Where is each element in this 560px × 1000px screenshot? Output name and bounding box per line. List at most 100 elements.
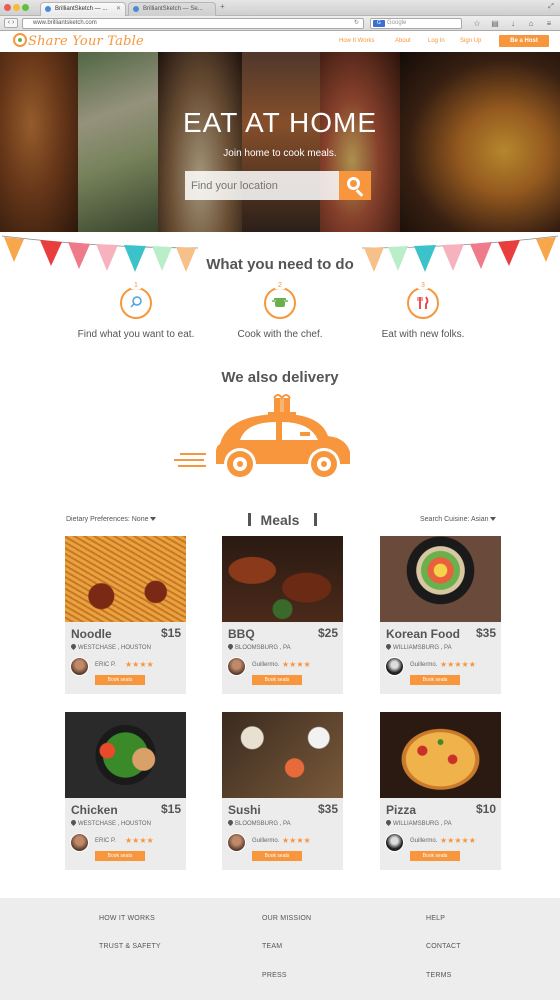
be-a-host-button[interactable]: Be a Host: [499, 35, 549, 47]
menu-icon[interactable]: ≡: [544, 19, 554, 28]
nav-signup[interactable]: Sign Up: [460, 38, 481, 44]
reload-icon[interactable]: ↻: [354, 19, 359, 28]
nav-login[interactable]: Log In: [428, 38, 445, 44]
location-pin-icon: [69, 642, 78, 651]
footer-link-terms[interactable]: TERMS: [426, 972, 452, 979]
home-icon[interactable]: ⌂: [526, 19, 536, 28]
host-name[interactable]: Guillermo.: [252, 662, 279, 668]
footer-link-how-it-works[interactable]: HOW IT WORKS: [99, 915, 155, 922]
location-pin-icon: [384, 642, 393, 651]
new-tab-button[interactable]: +: [220, 2, 225, 11]
step-eat: 3 Eat with new folks.: [353, 282, 493, 341]
nav-how-it-works[interactable]: How It Works: [339, 38, 375, 44]
footer-link-our-mission[interactable]: OUR MISSION: [262, 915, 311, 922]
delivery-title: We also delivery: [221, 369, 339, 386]
host-name[interactable]: ERIC P.: [95, 838, 116, 844]
step-find: 1 Find what you want to eat.: [66, 282, 206, 341]
book-seats-button[interactable]: Book seats: [95, 851, 145, 861]
search-icon: [130, 296, 142, 308]
meal-card[interactable]: Sushi $35 BLOOMSBURG , PA Guillermo. ★★★…: [222, 712, 343, 870]
location-pin-icon: [69, 818, 78, 827]
chevron-down-icon: [150, 517, 157, 521]
location-pin-icon: [384, 818, 393, 827]
site-logo[interactable]: Share Your Table: [13, 33, 144, 49]
meal-card[interactable]: BBQ $25 BLOOMSBURG , PA Guillermo. ★★★★ …: [222, 536, 343, 694]
back-forward-button[interactable]: ‹ ›: [4, 18, 18, 28]
book-seats-button[interactable]: Book seats: [252, 851, 302, 861]
footer-link-help[interactable]: HELP: [426, 915, 445, 922]
meal-photo[interactable]: [380, 536, 501, 622]
browser-tab[interactable]: BrilliantSketch — Se...: [128, 2, 216, 16]
step-text: Find what you want to eat.: [77, 329, 195, 340]
fork-knife-icon: [417, 296, 429, 309]
meal-photo[interactable]: [380, 712, 501, 798]
hero-banner: EAT AT HOME Join home to cook meals.: [0, 52, 560, 232]
host-avatar[interactable]: [385, 833, 404, 852]
minimize-window-button[interactable]: [13, 4, 20, 11]
meal-photo[interactable]: [222, 536, 343, 622]
location-pin-icon: [226, 818, 235, 827]
meal-location: WESTCHASE , HOUSTON: [69, 642, 151, 651]
close-window-button[interactable]: [4, 4, 11, 11]
meal-name: Pizza: [386, 803, 417, 817]
close-tab-icon[interactable]: ✕: [116, 3, 121, 15]
chevron-down-icon: [490, 517, 497, 521]
download-icon[interactable]: ↓: [508, 19, 518, 28]
search-icon: [347, 177, 360, 190]
meal-location: BLOOMSBURG , PA: [226, 818, 291, 827]
location-search-button[interactable]: [339, 171, 371, 200]
meal-photo[interactable]: [65, 536, 186, 622]
host-name[interactable]: Guillermo.: [410, 838, 437, 844]
book-seats-button[interactable]: Book seats: [252, 675, 302, 685]
zoom-window-button[interactable]: [22, 4, 29, 11]
meal-name: Noodle: [71, 627, 112, 641]
meal-photo[interactable]: [65, 712, 186, 798]
host-name[interactable]: Guillermo.: [410, 662, 437, 668]
nav-about[interactable]: About: [395, 38, 411, 44]
meal-card[interactable]: Korean Food $35 WILLIAMSBURG , PA Guille…: [380, 536, 501, 694]
book-seats-button[interactable]: Book seats: [410, 675, 460, 685]
meal-location: WILLIAMSBURG , PA: [384, 818, 452, 827]
reader-icon[interactable]: ▤: [490, 19, 500, 28]
meal-card[interactable]: Noodle $15 WESTCHASE , HOUSTON ERIC P. ★…: [65, 536, 186, 694]
meals-title: Meals: [260, 512, 300, 528]
host-name[interactable]: ERIC P.: [95, 662, 116, 668]
host-avatar[interactable]: [385, 657, 404, 676]
location-search-input[interactable]: [185, 171, 339, 200]
meal-location: WILLIAMSBURG , PA: [384, 642, 452, 651]
book-seats-button[interactable]: Book seats: [410, 851, 460, 861]
meal-card[interactable]: Pizza $10 WILLIAMSBURG , PA Guillermo. ★…: [380, 712, 501, 870]
knife-icon: [314, 513, 317, 526]
footer-link-team[interactable]: TEAM: [262, 943, 282, 950]
browser-tab-active[interactable]: BrilliantSketch — ... ✕: [40, 2, 126, 16]
book-seats-button[interactable]: Book seats: [95, 675, 145, 685]
steps-title: What you need to do: [206, 256, 354, 273]
dietary-preferences-dropdown[interactable]: Dietary Preferences: None: [66, 516, 157, 523]
browser-toolbar: ‹ › www.brilliantsketch.com ↻ G Google ☆…: [0, 16, 560, 31]
search-engine-icon: G: [373, 20, 385, 27]
step-text: Eat with new folks.: [381, 329, 465, 340]
meal-name: Korean Food: [386, 627, 460, 641]
site-favicon-icon: [133, 6, 139, 12]
browser-search-field[interactable]: G Google: [370, 18, 462, 29]
host-avatar[interactable]: [70, 657, 89, 676]
address-bar[interactable]: www.brilliantsketch.com ↻: [22, 18, 364, 29]
fullscreen-icon[interactable]: ⤢: [546, 2, 556, 11]
host-avatar[interactable]: [70, 833, 89, 852]
step-text: Cook with the chef.: [237, 329, 323, 340]
rating-stars: ★★★★: [125, 836, 154, 845]
cuisine-dropdown[interactable]: Search Cuisine: Asian: [420, 516, 497, 523]
hero-title: EAT AT HOME: [182, 107, 378, 138]
bookmark-star-icon[interactable]: ☆: [472, 19, 482, 28]
rating-stars: ★★★★: [125, 660, 154, 669]
meal-name: Chicken: [71, 803, 118, 817]
meal-card[interactable]: Chicken $15 WESTCHASE , HOUSTON ERIC P. …: [65, 712, 186, 870]
footer-link-trust-safety[interactable]: TRUST & SAFETY: [99, 943, 161, 950]
meal-location: WESTCHASE , HOUSTON: [69, 818, 151, 827]
host-avatar[interactable]: [227, 833, 246, 852]
footer-link-contact[interactable]: CONTACT: [426, 943, 461, 950]
host-avatar[interactable]: [227, 657, 246, 676]
footer-link-press[interactable]: PRESS: [262, 972, 287, 979]
meal-photo[interactable]: [222, 712, 343, 798]
host-name[interactable]: Guillermo.: [252, 838, 279, 844]
